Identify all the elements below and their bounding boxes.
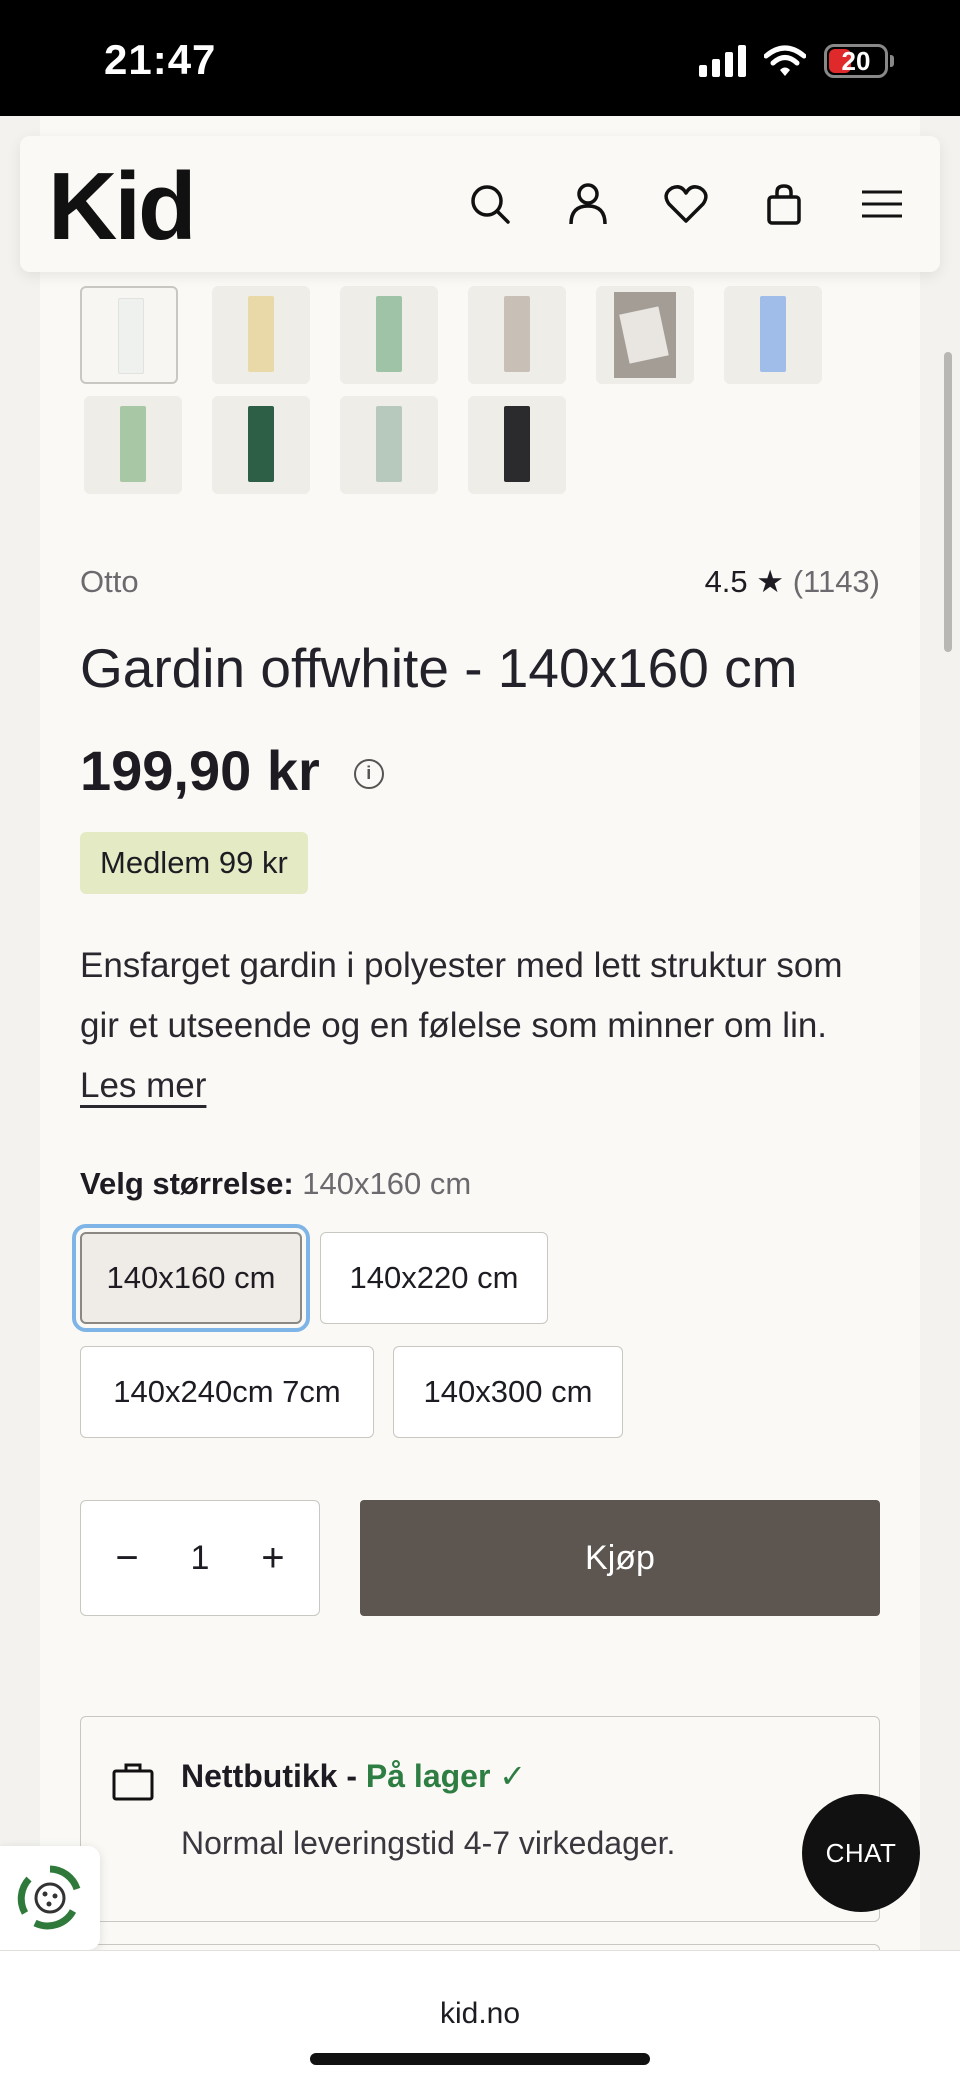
status-time: 21:47 <box>104 36 217 83</box>
rating-count: (1143) <box>792 564 880 599</box>
header-icons <box>462 176 910 232</box>
read-more-link[interactable]: Les mer <box>80 1066 206 1105</box>
heart-icon[interactable] <box>658 176 714 232</box>
menu-icon[interactable] <box>854 176 910 232</box>
product-brand[interactable]: Otto <box>80 564 139 599</box>
size-option-140x300[interactable]: 140x300 cm <box>393 1346 623 1438</box>
bag-icon[interactable] <box>756 176 812 232</box>
stock-title: Nettbutikk - På lager ✓ <box>181 1757 526 1795</box>
battery-icon: 20 <box>824 44 888 78</box>
size-option-140x160[interactable]: 140x160 cm <box>72 1224 310 1332</box>
product-rating[interactable]: 4.5 ★ (1143) <box>705 564 880 600</box>
stock-card: Nettbutikk - På lager ✓ Normal leverings… <box>80 1716 880 1922</box>
chat-button[interactable]: CHAT <box>802 1794 920 1912</box>
browser-url-bar: kid.no <box>0 1950 960 2078</box>
member-price-badge: Medlem 99 kr <box>80 832 308 894</box>
thumbnail-yellow[interactable] <box>212 286 310 384</box>
buy-button[interactable]: Kjøp <box>360 1500 880 1616</box>
status-bar: 21:47 20 <box>0 0 960 116</box>
thumbnail-offwhite[interactable] <box>80 286 178 384</box>
site-header: Kid <box>20 136 940 272</box>
home-indicator[interactable] <box>310 2053 650 2065</box>
url-text[interactable]: kid.no <box>0 1997 960 2031</box>
product-title: Gardin offwhite - 140x160 cm <box>80 637 798 699</box>
quantity-decrease-button[interactable]: − <box>107 1536 147 1581</box>
size-option-140x240[interactable]: 140x240cm 7cm <box>80 1346 374 1438</box>
quantity-value[interactable]: 1 <box>191 1539 210 1578</box>
quantity-increase-button[interactable]: + <box>253 1536 293 1581</box>
thumbnail-beige[interactable] <box>468 286 566 384</box>
signal-icon <box>699 45 746 77</box>
brand-row: Otto 4.5 ★ (1143) <box>80 564 880 600</box>
info-icon[interactable]: i <box>353 758 384 789</box>
battery-level: 20 <box>841 45 871 76</box>
user-icon[interactable] <box>560 176 616 232</box>
thumbnail-black[interactable] <box>468 396 566 494</box>
thumbnail-sage[interactable] <box>340 286 438 384</box>
product-description: Ensfarget gardin i polyester med lett st… <box>80 936 890 1116</box>
delivery-time: Normal leveringstid 4-7 virkedager. <box>181 1825 676 1861</box>
recycle-widget[interactable] <box>0 1846 100 1950</box>
product-price: 199,90 kr <box>80 739 320 802</box>
thumbnail-mint[interactable] <box>340 396 438 494</box>
kid-logo[interactable]: Kid <box>48 152 197 262</box>
stock-status: På lager ✓ <box>365 1758 527 1794</box>
thumbnail-light-green[interactable] <box>84 396 182 494</box>
description-text: Ensfarget gardin i polyester med lett st… <box>80 946 843 1045</box>
wifi-icon <box>764 45 806 76</box>
recycle-icon <box>17 1865 81 1930</box>
thumbnail-dark-green[interactable] <box>212 396 310 494</box>
size-label: Velg størrelse: 140x160 cm <box>80 1166 471 1202</box>
briefcase-icon <box>112 1763 154 1801</box>
rating-value: 4.5 ★ <box>704 564 785 599</box>
price-row: 199,90 kr i <box>80 738 384 803</box>
search-icon[interactable] <box>462 176 518 232</box>
size-selected-value: 140x160 cm <box>302 1166 472 1201</box>
size-label-text: Velg størrelse: <box>80 1166 294 1201</box>
thumbnail-detail-photo[interactable] <box>596 286 694 384</box>
quantity-stepper: − 1 + <box>80 1500 320 1616</box>
size-option-140x220[interactable]: 140x220 cm <box>320 1232 548 1324</box>
status-icons: 20 <box>699 44 894 78</box>
scrollbar[interactable] <box>944 352 952 652</box>
thumbnail-blue[interactable] <box>724 286 822 384</box>
stock-channel: Nettbutikk - <box>181 1758 357 1794</box>
